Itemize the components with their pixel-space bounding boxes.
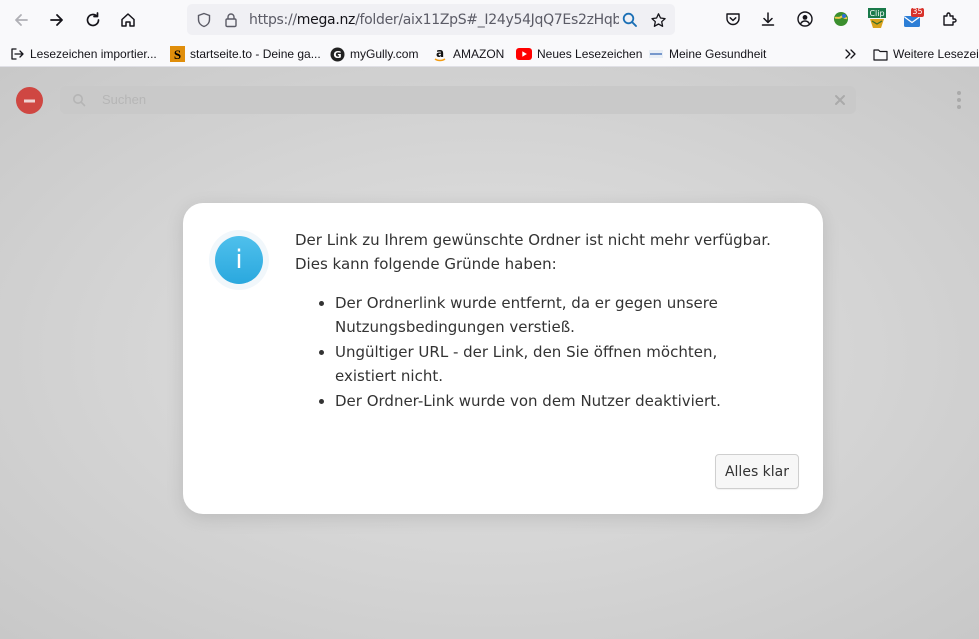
download-icon[interactable] xyxy=(757,8,779,30)
bookmarks-overflow-chevron-icon[interactable] xyxy=(843,45,857,63)
bookmark-star-icon[interactable] xyxy=(649,11,667,29)
more-menu-icon[interactable] xyxy=(957,91,961,109)
gesundheit-icon xyxy=(648,46,664,62)
bookmark-label: startseite.to - Deine ga... xyxy=(190,47,321,61)
mega-logo-icon[interactable] xyxy=(16,87,43,114)
alles-klar-button[interactable]: Alles klar xyxy=(715,454,799,489)
bookmark-label: Neues Lesezeichen xyxy=(537,47,643,61)
dialog-line-2: Dies kann folgende Gründe haben: xyxy=(295,255,557,273)
browser-toolbar: https://mega.nz/folder/aix11ZpS#_I24y54J… xyxy=(0,0,979,40)
home-icon[interactable] xyxy=(116,8,140,32)
mygully-g-icon: G xyxy=(329,46,345,62)
clip-extension-icon[interactable]: Clip xyxy=(866,8,888,30)
bookmark-startseite[interactable]: S startseite.to - Deine ga... xyxy=(169,45,321,63)
info-glyph: i xyxy=(215,236,263,284)
list-item: Der Ordnerlink wurde entfernt, da er geg… xyxy=(319,291,759,339)
bookmark-label: Meine Gesundheit xyxy=(669,47,767,61)
bookmark-weitere[interactable]: Weitere Lesezeichen xyxy=(872,45,979,63)
bookmark-label: myGully.com xyxy=(350,47,419,61)
search-icon xyxy=(72,93,86,112)
startseite-s-icon: S xyxy=(169,46,185,62)
list-item: Der Ordner-Link wurde von dem Nutzer dea… xyxy=(319,389,759,413)
svg-text:S: S xyxy=(173,47,180,62)
folder-icon xyxy=(872,46,888,62)
bookmark-import[interactable]: Lesezeichen importier... xyxy=(9,45,157,63)
dialog-message: Der Link zu Ihrem gewünschte Ordner ist … xyxy=(295,228,795,276)
info-icon: i xyxy=(209,230,269,290)
back-arrow-icon[interactable] xyxy=(9,8,33,32)
bookmarks-bar: Lesezeichen importier... S startseite.to… xyxy=(0,40,979,67)
dialog-line-1: Der Link zu Ihrem gewünschte Ordner ist … xyxy=(295,231,771,249)
svg-text:a: a xyxy=(436,47,444,60)
globe-extension-icon[interactable] xyxy=(830,8,852,30)
bookmark-neues[interactable]: Neues Lesezeichen xyxy=(516,45,642,63)
svg-text:G: G xyxy=(333,50,341,61)
import-icon xyxy=(9,46,25,62)
list-item: Ungültiger URL - der Link, den Sie öffne… xyxy=(319,340,759,388)
mail-badge-count: 35 xyxy=(912,7,923,16)
search-placeholder: Suchen xyxy=(102,92,147,107)
lock-icon[interactable] xyxy=(222,11,240,29)
bookmark-label: Lesezeichen importier... xyxy=(30,47,157,61)
amazon-a-icon: a xyxy=(432,46,448,62)
page-overlay: Suchen i Der Link zu Ihrem gewünschte Or… xyxy=(0,67,979,639)
bookmark-label: AMAZON xyxy=(453,47,505,61)
mail-badge-icon[interactable]: 35 xyxy=(902,7,924,30)
account-icon[interactable] xyxy=(794,8,816,30)
reload-icon[interactable] xyxy=(81,8,105,32)
clip-label: Clip xyxy=(869,9,884,18)
search-icon[interactable] xyxy=(621,11,639,29)
url-bar[interactable]: https://mega.nz/folder/aix11ZpS#_I24y54J… xyxy=(187,4,675,35)
folder-unavailable-dialog: i Der Link zu Ihrem gewünschte Ordner is… xyxy=(183,203,823,514)
shield-icon[interactable] xyxy=(195,11,213,29)
bookmark-gesundheit[interactable]: Meine Gesundheit xyxy=(648,45,766,63)
forward-arrow-icon[interactable] xyxy=(45,8,69,32)
clear-search-icon[interactable] xyxy=(834,93,846,111)
youtube-icon xyxy=(516,46,532,62)
search-input[interactable]: Suchen xyxy=(60,86,856,114)
bookmark-amazon[interactable]: a AMAZON xyxy=(432,45,504,63)
bookmark-label: Weitere Lesezeichen xyxy=(893,47,979,61)
extensions-puzzle-icon[interactable] xyxy=(939,8,961,30)
bookmark-mygully[interactable]: G myGully.com xyxy=(329,45,418,63)
reasons-list: Der Ordnerlink wurde entfernt, da er geg… xyxy=(319,291,759,414)
url-text[interactable]: https://mega.nz/folder/aix11ZpS#_I24y54J… xyxy=(249,12,619,28)
pocket-icon[interactable] xyxy=(722,8,744,30)
